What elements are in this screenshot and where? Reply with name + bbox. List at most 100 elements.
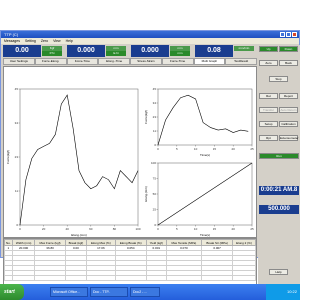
menu-view[interactable]: View (53, 38, 61, 44)
elong-value: 0.000 (67, 45, 105, 57)
force-readout: 0.00 Kgf P.hi (3, 45, 65, 57)
report-button[interactable]: Report (279, 93, 298, 99)
x-tick-label: 0 (19, 227, 21, 231)
return-button[interactable]: Ret (259, 93, 278, 99)
window-title: TTP (C) (4, 32, 19, 37)
extens-peak[interactable]: mm (170, 51, 190, 56)
title-bar: TTP (C) (1, 31, 299, 38)
x-tick-label: 0 (157, 147, 159, 151)
test-speed[interactable]: 500.000 (259, 205, 299, 214)
stop-button[interactable]: Stop (269, 76, 288, 82)
taskbar: start Microsoft Office... Doc - TTP.. Do… (0, 284, 300, 300)
extens-readout: 0.000 mm mm (131, 45, 193, 57)
y-tick-label: 0 (154, 223, 156, 227)
extens-value: 0.000 (131, 45, 169, 57)
x-tick-label: 40 (66, 227, 70, 231)
y-tick-label: 34 (153, 101, 157, 105)
y-tick-label: 23 (15, 155, 19, 159)
y-axis-label: Force(kgf) (6, 150, 10, 164)
minimize-button[interactable] (280, 32, 285, 37)
x-tick-label: 20 (232, 147, 236, 151)
x-axis-label: Elong.(mm) (71, 233, 87, 237)
start-button[interactable]: start (0, 284, 24, 300)
x-tick-label: 10 (194, 147, 198, 151)
y-tick-label: 75 (153, 177, 157, 181)
task-doc1[interactable]: Doc - TTP.. (90, 287, 128, 297)
y-tick-label: 45 (153, 87, 157, 91)
auto-return-button[interactable]: Auto Return (279, 107, 298, 113)
back-button[interactable]: Back (279, 60, 298, 66)
y-tick-label: 0 (16, 223, 18, 227)
plot-area (157, 88, 253, 146)
x-tick-label: 25 (250, 147, 254, 151)
x-tick-label: 0 (157, 227, 159, 231)
y-tick-label: 0 (154, 143, 156, 147)
speed-value: 0.08 (195, 45, 233, 57)
tab-multi-graph[interactable]: Multi Graph (193, 58, 226, 65)
x-tick-label: 15 (213, 147, 217, 151)
force-value: 0.00 (3, 45, 41, 57)
menu-messages[interactable]: Messages (4, 38, 20, 44)
transfer-button[interactable]: Transfer (259, 107, 278, 113)
y-tick-label: 11 (153, 129, 156, 133)
tab-force-time[interactable]: Force-Time (66, 58, 99, 65)
empty-cell (11, 275, 36, 281)
close-button[interactable] (292, 32, 297, 37)
extensometer-button[interactable]: Extensometer (279, 135, 299, 141)
x-tick-label: 80 (113, 227, 117, 231)
x-tick-label: 20 (42, 227, 46, 231)
speed-unit[interactable]: mm/min (234, 46, 254, 51)
speed-readout: 0.08 mm/min (195, 45, 257, 57)
x-tick-label: 100 (135, 227, 140, 231)
x-tick-label: 5 (176, 227, 178, 231)
y-tick-label: 25 (153, 208, 157, 212)
elong-time-chart: 0 5 10 15 20 25 0 25 50 75 100 Time(s) Elong.(mm) (144, 159, 256, 237)
tab-user-settings[interactable]: User Settings (3, 58, 35, 65)
x-tick-label: 60 (89, 227, 93, 231)
y-tick-label: 34 (15, 121, 19, 125)
x-tick-label: 25 (250, 227, 254, 231)
clock-tray: 10:22 (266, 284, 300, 300)
task-doc2[interactable]: Doc2 - ... (130, 287, 160, 297)
readout-bar: 0.00 Kgf P.hi 0.000 mm E.hi 0.000 mm mm … (3, 45, 257, 57)
y-tick-label: 50 (153, 192, 157, 196)
tab-test-result[interactable]: TestResult (225, 58, 257, 65)
rpt-button[interactable]: Rpt (259, 135, 278, 141)
maximize-button[interactable] (286, 32, 291, 37)
help-button[interactable]: Help (269, 269, 288, 275)
down-button[interactable]: Down (279, 46, 298, 52)
up-button[interactable]: Up (259, 46, 278, 52)
menu-help[interactable]: Help (66, 38, 73, 44)
x-tick-label: 20 (232, 227, 236, 231)
test-clock: 0:00:21 AM.8 (259, 186, 299, 195)
x-tick-label: 10 (194, 227, 198, 231)
tab-force-time-2[interactable]: Force-Time (161, 58, 194, 65)
x-axis-label: Time(s) (200, 153, 210, 157)
y-tick-label: 100 (151, 161, 156, 165)
task-office[interactable]: Microsoft Office... (50, 287, 88, 297)
elong-peak[interactable]: E.hi (106, 51, 126, 56)
setup-button[interactable]: Setup (259, 121, 278, 127)
y-tick-label: 45 (15, 87, 19, 91)
run-status: Run (259, 153, 299, 159)
tab-force-elong[interactable]: Force-Elong. (34, 58, 67, 65)
empty-cell (114, 275, 147, 281)
y-tick-label: 11 (15, 189, 18, 193)
app-window: TTP (C) Messages Setting Zero View Help … (0, 30, 300, 286)
tab-elong-time[interactable]: Elong.-Time (98, 58, 130, 65)
zero-button[interactable]: Zero (259, 60, 278, 66)
empty-cell (34, 275, 66, 281)
force-peak[interactable]: P.hi (42, 51, 62, 56)
empty-cell (4, 275, 13, 281)
tab-stress-strain[interactable]: Stress-Strain (130, 58, 162, 65)
menu-setting[interactable]: Setting (25, 38, 36, 44)
empty-cell (165, 275, 203, 281)
empty-row (4, 275, 256, 281)
x-axis-label: Time(s) (200, 233, 210, 237)
tab-strip: User Settings Force-Elong. Force-Time El… (3, 58, 257, 65)
multi-graph-panel: 0 20 40 60 80 100 0 11 23 34 45 Elong.(mm) Force(kgf… (3, 66, 257, 238)
empty-cell (145, 275, 167, 281)
menu-zero[interactable]: Zero (41, 38, 48, 44)
elong-readout: 0.000 mm E.hi (67, 45, 129, 57)
calibration-button[interactable]: Calibration (279, 121, 298, 127)
